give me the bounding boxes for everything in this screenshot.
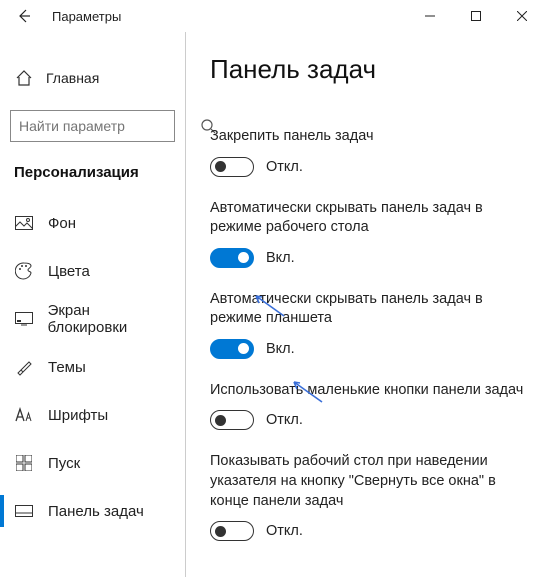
toggle-lock-taskbar[interactable]: [210, 157, 254, 177]
setting-small-buttons: Использовать маленькие кнопки панели зад…: [210, 381, 525, 431]
toggle-state: Вкл.: [266, 250, 295, 266]
toggle-small-buttons[interactable]: [210, 410, 254, 430]
monitor-icon: [14, 312, 34, 326]
sidebar-section-header: Персонализация: [0, 158, 185, 199]
taskbar-icon: [14, 505, 34, 517]
palette-icon: [14, 262, 34, 280]
sidebar-item-start[interactable]: Пуск: [0, 439, 185, 487]
arrow-left-icon: [16, 8, 32, 24]
setting-label: Показывать рабочий стол при наведении ук…: [210, 452, 525, 511]
minimize-icon: [425, 11, 435, 21]
home-icon: [14, 69, 34, 87]
setting-peek-desktop: Показывать рабочий стол при наведении ук…: [210, 452, 525, 541]
search-input[interactable]: [10, 110, 175, 142]
font-icon: [14, 407, 34, 423]
close-button[interactable]: [499, 0, 545, 32]
brush-icon: [14, 358, 34, 376]
setting-label: Использовать маленькие кнопки панели зад…: [210, 381, 525, 401]
toggle-state: Откл.: [266, 523, 303, 539]
toggle-autohide-tablet[interactable]: [210, 339, 254, 359]
toggle-state: Откл.: [266, 412, 303, 428]
setting-autohide-desktop: Автоматически скрывать панель задач в ре…: [210, 199, 525, 268]
grid-icon: [14, 455, 34, 471]
toggle-state: Вкл.: [266, 341, 295, 357]
sidebar-home[interactable]: Главная: [0, 60, 185, 96]
search-field[interactable]: [19, 118, 200, 134]
sidebar-item-label: Шрифты: [48, 407, 108, 424]
toggle-peek-desktop[interactable]: [210, 521, 254, 541]
setting-label: Закрепить панель задач: [210, 127, 525, 147]
sidebar-home-label: Главная: [46, 70, 99, 86]
maximize-button[interactable]: [453, 0, 499, 32]
sidebar-item-label: Панель задач: [48, 503, 144, 520]
toggle-autohide-desktop[interactable]: [210, 248, 254, 268]
sidebar-item-background[interactable]: Фон: [0, 199, 185, 247]
sidebar: Главная Персонализация Фон Цвета Э: [0, 32, 186, 577]
sidebar-item-fonts[interactable]: Шрифты: [0, 391, 185, 439]
sidebar-item-label: Цвета: [48, 263, 90, 280]
sidebar-item-themes[interactable]: Темы: [0, 343, 185, 391]
window-title: Параметры: [52, 9, 121, 24]
setting-label: Автоматически скрывать панель задач в ре…: [210, 199, 525, 238]
picture-icon: [14, 216, 34, 230]
setting-lock-taskbar: Закрепить панель задач Откл.: [210, 127, 525, 177]
close-icon: [517, 11, 527, 21]
back-button[interactable]: [8, 0, 40, 32]
setting-autohide-tablet: Автоматически скрывать панель задач в ре…: [210, 290, 525, 359]
page-title: Панель задач: [210, 54, 525, 85]
sidebar-item-lockscreen[interactable]: Экран блокировки: [0, 295, 185, 343]
sidebar-item-label: Экран блокировки: [48, 302, 171, 336]
sidebar-item-taskbar[interactable]: Панель задач: [0, 487, 185, 535]
maximize-icon: [471, 11, 481, 21]
sidebar-item-label: Фон: [48, 215, 76, 232]
sidebar-item-colors[interactable]: Цвета: [0, 247, 185, 295]
toggle-state: Откл.: [266, 159, 303, 175]
setting-label: Автоматически скрывать панель задач в ре…: [210, 290, 525, 329]
minimize-button[interactable]: [407, 0, 453, 32]
sidebar-item-label: Пуск: [48, 455, 80, 472]
sidebar-item-label: Темы: [48, 359, 86, 376]
content-pane: Панель задач Закрепить панель задач Откл…: [186, 32, 545, 577]
